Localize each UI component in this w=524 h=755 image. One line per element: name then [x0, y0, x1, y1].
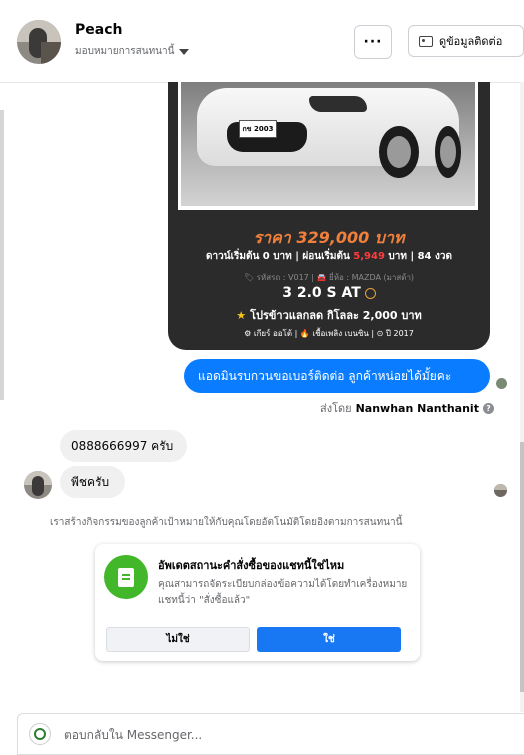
sent-by: ส่งโดย Nanwhan Nanthanit ? [320, 399, 494, 417]
conversation-header: Peach มอบหมายการสนทนานี้ ··· ดูข้อมูลติด… [0, 0, 524, 83]
prompt-body: คุณสามารถจัดระเบียบกล่องข้อความได้โดยทำเ… [158, 579, 408, 606]
id-card-icon [419, 35, 433, 47]
seen-avatar [496, 378, 507, 389]
contact-avatar[interactable] [17, 20, 61, 64]
outgoing-message[interactable]: แอดมินรบกวนขอเบอร์ติดต่อ ลูกค้าหน่อยได้ม… [184, 359, 490, 393]
car-photo: กข 2003 [178, 82, 478, 210]
sender-avatar[interactable] [24, 471, 52, 499]
license-plate: กข 2003 [239, 120, 277, 138]
star-icon: ★ [236, 309, 247, 322]
incoming-message[interactable]: 0888666997 ครับ [60, 430, 187, 462]
check-circle-icon [364, 287, 376, 299]
reply-composer [17, 713, 524, 755]
lead-activity-notice: เราสร้างกิจกรรมของลูกค้าเป้าหมายให้กับคุ… [50, 517, 403, 528]
listing-footer: ⚙ เกียร์ ออโต้ | 🔥 เชื้อเพลิง เบนซิน | ⊙… [244, 329, 414, 338]
document-icon [104, 555, 148, 599]
incoming-message[interactable]: พีชครับ [60, 466, 125, 498]
view-contact-button[interactable]: ดูข้อมูลติดต่อ [408, 25, 524, 57]
help-icon[interactable]: ? [482, 402, 494, 414]
assign-conversation-dropdown[interactable]: มอบหมายการสนทนานี้ [75, 44, 190, 59]
reply-input[interactable] [64, 728, 444, 742]
read-receipt-avatar [494, 484, 507, 497]
prompt-title: อัพเดตสถานะคำสั่งซื้อของแชทนี้ใช่ไหม [158, 559, 345, 572]
view-contact-label: ดูข้อมูลติดต่อ [439, 35, 503, 48]
left-scrollbar[interactable] [0, 110, 4, 400]
scrollbar-thumb[interactable] [520, 442, 524, 692]
more-options-button[interactable]: ··· [354, 25, 392, 59]
car-listing-card[interactable]: กข 2003 ราคา 329,000 บาท ดาวน์เริ่มต้น 0… [168, 82, 490, 350]
order-status-prompt: อัพเดตสถานะคำสั่งซื้อของแชทนี้ใช่ไหม คุณ… [95, 544, 420, 661]
listing-promo: ★ โปรข้าวแลกลด กิโลละ 2,000 บาท [236, 309, 422, 322]
contact-name[interactable]: Peach [75, 22, 122, 38]
listing-price: ราคา 329,000 บาท [253, 228, 405, 247]
caret-down-icon [179, 48, 190, 55]
no-button[interactable]: ไม่ใช่ [106, 627, 250, 652]
yes-button[interactable]: ใช่ [257, 627, 401, 652]
page-avatar [29, 723, 51, 745]
listing-meta: 🏷 รหัสรถ : V017 | 🚘 ยี่ห้อ : MAZDA (มาสด… [243, 273, 415, 282]
sent-by-prefix: ส่งโดย [320, 402, 352, 415]
sent-by-name[interactable]: Nanwhan Nanthanit [356, 402, 479, 415]
message-scrollbar[interactable] [520, 82, 524, 712]
monthly-amount: 5,949 [353, 251, 385, 262]
assign-label: มอบหมายการสนทนานี้ [75, 46, 175, 57]
listing-down-payment: ดาวน์เริ่มต้น 0 บาท | ผ่อนเริ่มต้น 5,949… [206, 251, 452, 262]
listing-model: 3 2.0 S AT [168, 285, 490, 301]
